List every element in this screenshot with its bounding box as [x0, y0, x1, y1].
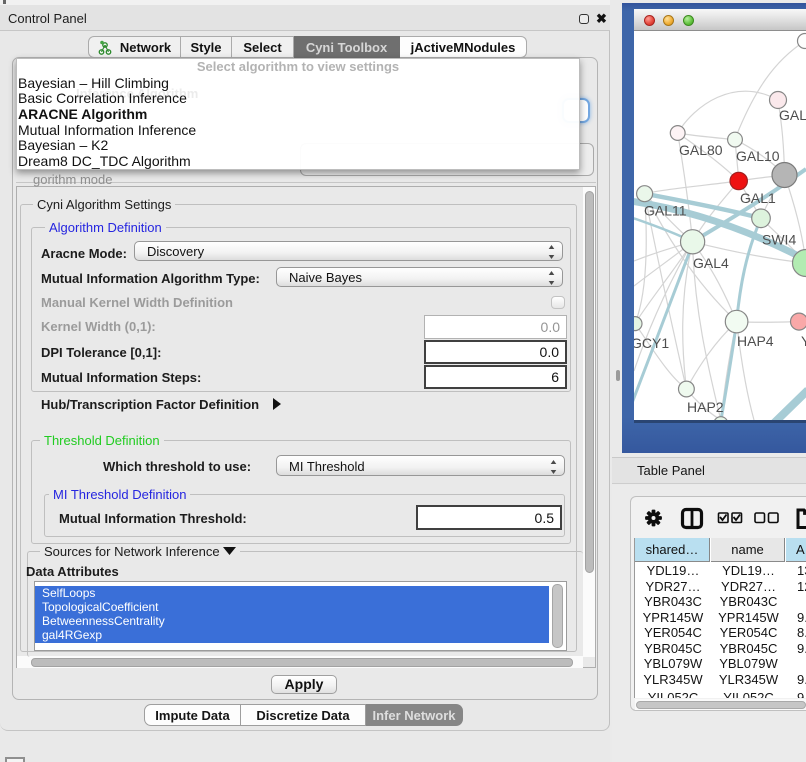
svg-text:GAL80: GAL80: [679, 142, 723, 158]
svg-text:HAP4: HAP4: [737, 333, 774, 349]
svg-text:GAL7: GAL7: [779, 107, 806, 123]
svg-text:GAL4: GAL4: [693, 255, 729, 271]
svg-text:HAP2: HAP2: [687, 399, 724, 415]
svg-text:GAL10: GAL10: [736, 148, 780, 164]
svg-text:SWI4: SWI4: [762, 232, 796, 248]
svg-text:GCY1: GCY1: [634, 335, 669, 351]
svg-text:GAL1: GAL1: [740, 190, 776, 206]
svg-text:GAL11: GAL11: [644, 203, 687, 219]
svg-text:Y: Y: [801, 333, 806, 349]
